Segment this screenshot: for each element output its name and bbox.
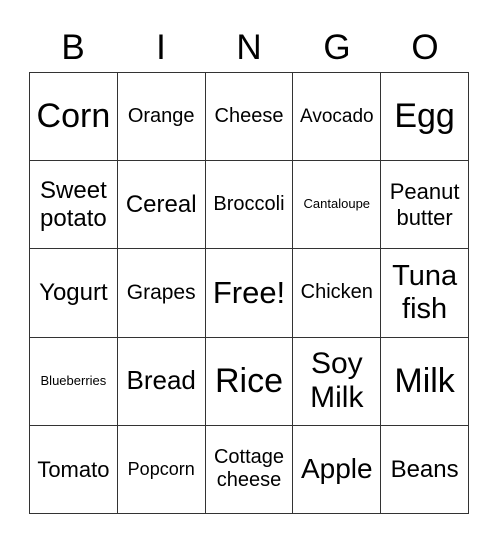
bingo-grid: Corn Orange Cheese Avocado Egg Sweet potato Ce… (29, 72, 469, 514)
bingo-cell[interactable]: Tuna fish (381, 249, 469, 338)
cell-label: Egg (394, 97, 455, 136)
bingo-cell[interactable]: Rice (205, 337, 294, 426)
cell-label: Corn (36, 97, 111, 136)
cell-label: Tomato (37, 456, 110, 482)
bingo-cell[interactable]: Grapes (117, 249, 206, 338)
cell-label: Yogurt (39, 279, 108, 307)
header-letter-n: N (236, 28, 262, 67)
cell-label: Free! (212, 275, 286, 311)
header-letter-o: O (411, 28, 439, 67)
bingo-cell[interactable]: Soy Milk (293, 337, 382, 426)
header-letter-i: I (156, 28, 166, 67)
cell-label: Rice (214, 361, 283, 400)
cell-label: Bread (126, 365, 196, 396)
header-letter-g: G (323, 28, 351, 67)
bingo-cell[interactable]: Beans (381, 425, 469, 514)
cell-label: Cereal (125, 190, 197, 218)
bingo-cell[interactable]: Chicken (293, 249, 382, 338)
bingo-cell[interactable]: Sweet potato (30, 161, 118, 250)
bingo-cell[interactable]: Tomato (30, 425, 118, 514)
cell-label: Popcorn (127, 459, 195, 480)
cell-label: Beans (390, 455, 459, 483)
bingo-cell[interactable]: Broccoli (205, 161, 294, 250)
bingo-cell[interactable]: Cereal (117, 161, 206, 250)
cell-label: Cottage cheese (213, 446, 285, 492)
bingo-cell[interactable]: Egg (381, 73, 469, 162)
bingo-cell[interactable]: Yogurt (30, 249, 118, 338)
bingo-cell[interactable]: Cantaloupe (293, 161, 382, 250)
cell-label: Peanut butter (389, 179, 460, 230)
cell-label: Avocado (299, 105, 374, 127)
bingo-cell[interactable]: Milk (381, 337, 469, 426)
bingo-cell[interactable]: Bread (117, 337, 206, 426)
cell-label: Cantaloupe (303, 196, 371, 212)
cell-label: Broccoli (213, 193, 285, 216)
header-letter-b: B (61, 28, 85, 67)
bingo-cell[interactable]: Avocado (293, 73, 382, 162)
cell-label: Blueberries (40, 372, 107, 388)
bingo-header: B I N G O (29, 24, 469, 72)
cell-label: Apple (300, 453, 373, 485)
cell-label: Grapes (126, 280, 196, 304)
cell-label: Milk (394, 361, 455, 400)
bingo-cell[interactable]: Blueberries (30, 337, 118, 426)
bingo-cell[interactable]: Apple (293, 425, 382, 514)
bingo-cell[interactable]: Cheese (205, 73, 294, 162)
cell-label: Sweet potato (40, 177, 107, 232)
cell-label: Soy Milk (310, 346, 364, 415)
bingo-cell[interactable]: Peanut butter (381, 161, 469, 250)
bingo-cell[interactable]: Popcorn (117, 425, 206, 514)
cell-label: Chicken (300, 281, 373, 304)
cell-label: Orange (127, 105, 195, 128)
free-cell[interactable]: Free! (205, 249, 294, 338)
bingo-cell[interactable]: Cottage cheese (205, 425, 294, 514)
cell-label: Tuna fish (392, 259, 458, 325)
cell-label: Cheese (214, 105, 284, 128)
bingo-cell[interactable]: Orange (117, 73, 206, 162)
bingo-cell[interactable]: Corn (30, 73, 118, 162)
